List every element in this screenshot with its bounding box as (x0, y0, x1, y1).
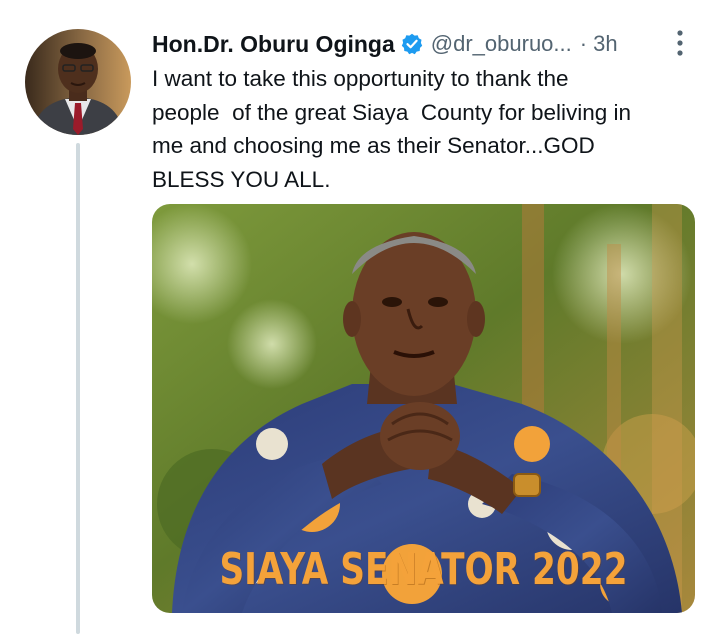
media-caption: SIAYA SENATOR 2022 (219, 544, 628, 595)
header-separator: · (579, 31, 588, 56)
tweet-media-image[interactable]: SIAYA SENATOR 2022 (152, 204, 695, 613)
verified-badge-icon (401, 33, 423, 55)
tweet-text: I want to take this opportunity to thank… (152, 66, 632, 192)
author-name[interactable]: Hon.Dr. Oburu Oginga (152, 31, 395, 58)
author-avatar[interactable] (25, 29, 131, 135)
more-options-icon[interactable] (671, 28, 689, 58)
tweet-timestamp[interactable]: 3h (593, 31, 617, 57)
tweet[interactable]: Hon.Dr. Oburu Oginga @dr_oburuo... · 3h … (0, 0, 720, 634)
tweet-header: Hon.Dr. Oburu Oginga @dr_oburuo... · 3h (152, 27, 692, 61)
thread-connector-line (76, 143, 80, 634)
author-handle[interactable]: @dr_oburuo... (431, 31, 572, 57)
